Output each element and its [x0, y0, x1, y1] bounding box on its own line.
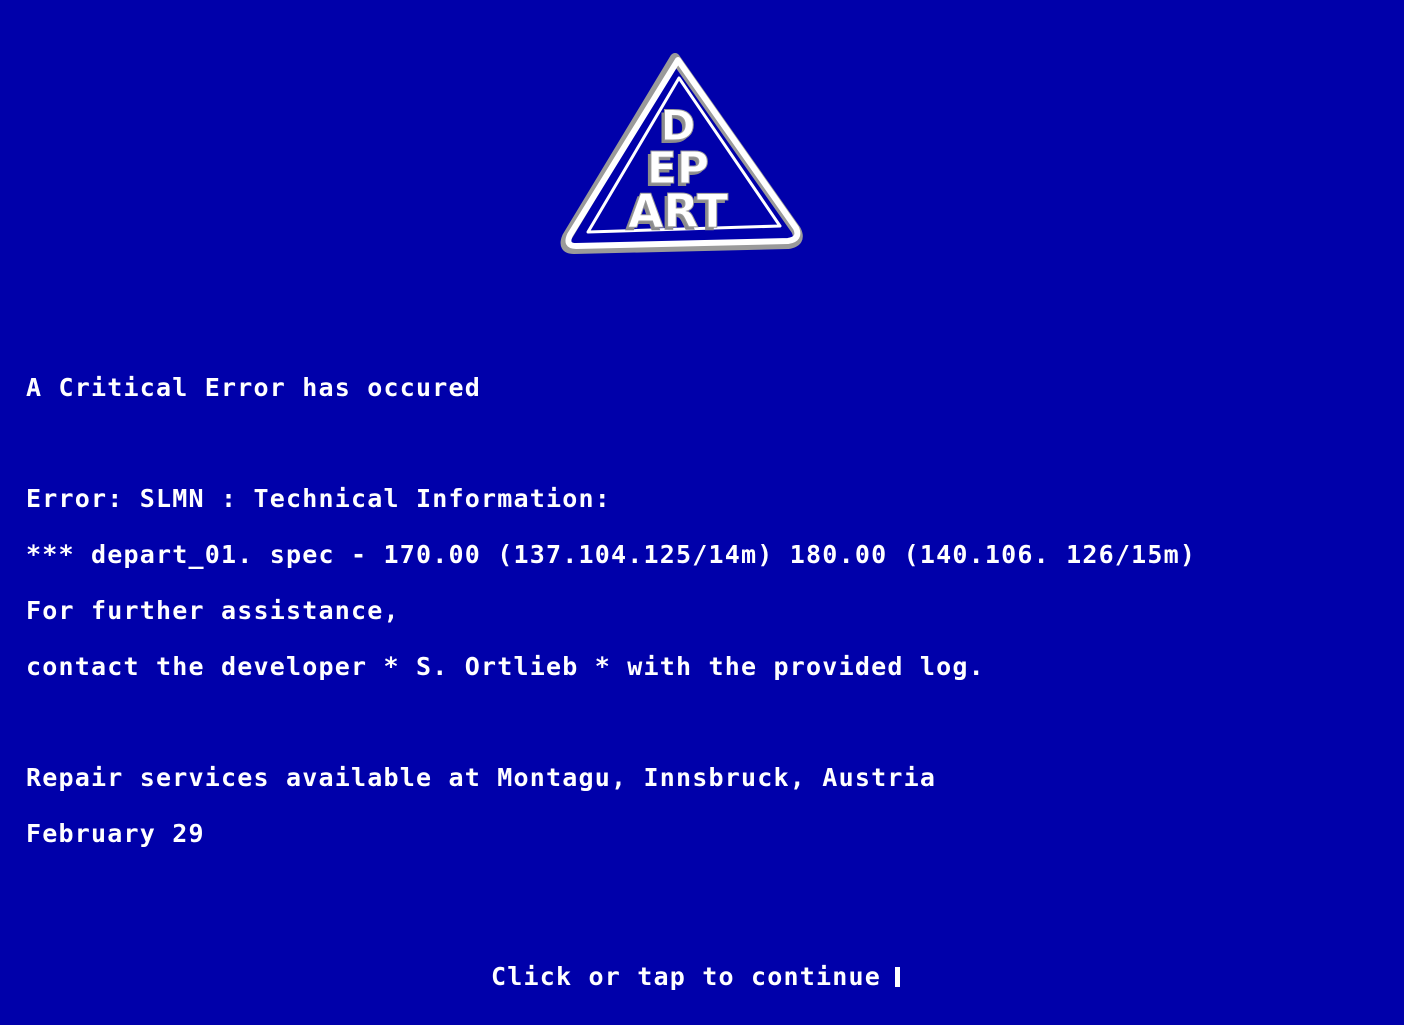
contact-developer-line: contact the developer * S. Ortlieb * wit…: [26, 652, 985, 681]
logo-letters-art: ART: [628, 184, 729, 238]
date-line: February 29: [26, 819, 205, 848]
error-code-line: Error: SLMN : Technical Information:: [26, 484, 612, 513]
continue-prompt-text: Click or tap to continue: [491, 962, 882, 991]
error-screen[interactable]: D EP ART D EP ART A Critical Error has o…: [0, 0, 1404, 992]
assistance-line: For further assistance,: [26, 596, 400, 625]
critical-error-heading: A Critical Error has occured: [26, 373, 482, 402]
text-cursor-icon: [895, 967, 901, 987]
technical-spec-line: *** depart_01. spec - 170.00 (137.104.12…: [26, 540, 1197, 569]
continue-prompt[interactable]: Click or tap to continue: [426, 929, 901, 1025]
depart-logo-icon: D EP ART D EP ART: [560, 53, 803, 254]
repair-services-line: Repair services available at Montagu, In…: [26, 763, 937, 792]
